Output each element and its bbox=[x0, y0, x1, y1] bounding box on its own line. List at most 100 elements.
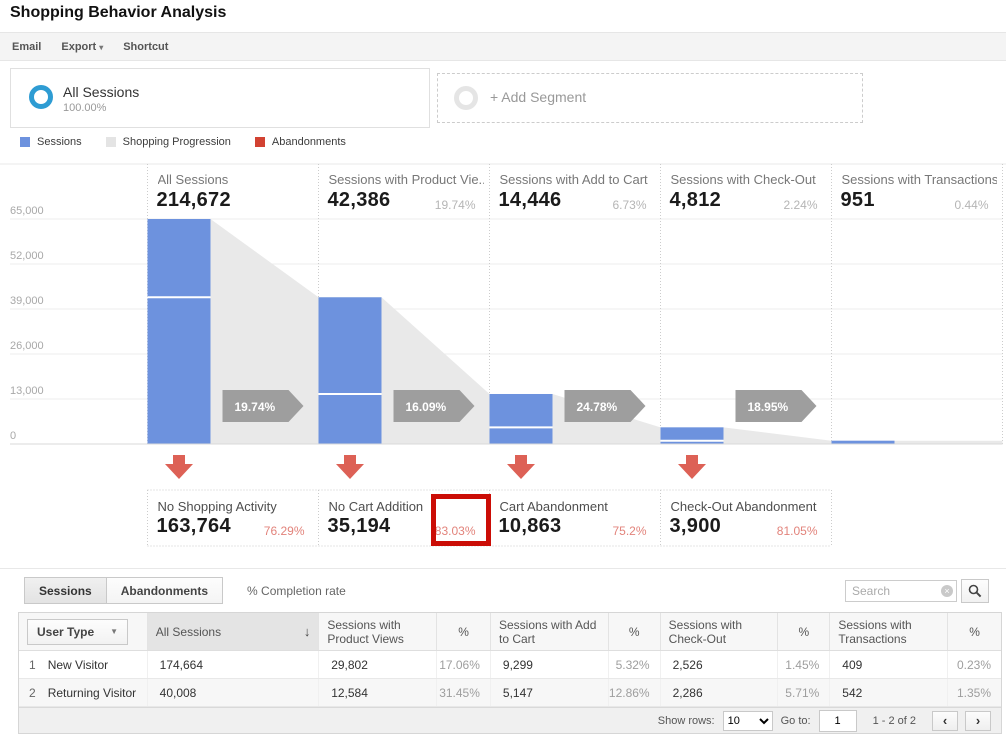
table-footer: Show rows: 10 Go to: 1 - 2 of 2 ‹ › bbox=[19, 707, 1001, 733]
col-header[interactable]: % bbox=[947, 613, 1001, 650]
abandonment-value: 35,194 bbox=[328, 515, 391, 538]
add-segment-label: + Add Segment bbox=[490, 89, 586, 105]
table-cell: 2,526 bbox=[660, 651, 778, 678]
funnel-col-title: Sessions with Add to Cart bbox=[500, 172, 655, 187]
row-label: New Visitor bbox=[48, 658, 108, 672]
col-header[interactable]: All Sessions ↓ bbox=[147, 613, 319, 650]
email-button[interactable]: Email bbox=[12, 41, 41, 53]
goto-label: Go to: bbox=[781, 715, 811, 727]
abandonment-title: No Shopping Activity bbox=[158, 499, 277, 514]
abandonment-pct: 81.05% bbox=[671, 524, 818, 538]
funnel-col-title: All Sessions bbox=[158, 172, 313, 187]
funnel-bar bbox=[490, 394, 553, 444]
user-type-dropdown[interactable]: User Type ▼ bbox=[27, 619, 128, 645]
abandonment-value: 3,900 bbox=[670, 515, 722, 538]
shortcut-button[interactable]: Shortcut bbox=[123, 41, 168, 53]
table-cell: 2,286 bbox=[660, 679, 778, 706]
funnel-col-value: 951 bbox=[841, 189, 875, 212]
abandonment-pct: 76.29% bbox=[158, 524, 305, 538]
col-header[interactable]: Sessions with Check-Out bbox=[660, 613, 778, 650]
search-clear-icon[interactable]: × bbox=[941, 585, 953, 597]
progression-arrow-icon bbox=[223, 390, 304, 422]
col-header[interactable]: % bbox=[436, 613, 490, 650]
y-axis-label: 52,000 bbox=[10, 250, 44, 262]
table-cell: 1.35% bbox=[947, 679, 1001, 706]
chevron-down-icon: ▼ bbox=[110, 625, 118, 639]
table-cell: 31.45% bbox=[436, 679, 490, 706]
y-axis-label: 65,000 bbox=[10, 205, 44, 217]
legend-label: Shopping Progression bbox=[123, 136, 231, 148]
funnel-col-title: Sessions with Transactions bbox=[842, 172, 997, 187]
export-button[interactable]: Export▾ bbox=[61, 41, 103, 53]
chart-legend: Sessions Shopping Progression Abandonmen… bbox=[20, 136, 346, 148]
col-header[interactable]: % bbox=[608, 613, 660, 650]
abandonment-pct: 75.2% bbox=[500, 524, 647, 538]
tab-sessions[interactable]: Sessions bbox=[24, 577, 107, 604]
abandonment-title: No Cart Addition bbox=[329, 499, 424, 514]
funnel-col-value: 14,446 bbox=[499, 189, 562, 212]
progression-swatch-icon bbox=[106, 137, 116, 147]
segment-label: All Sessions bbox=[63, 84, 139, 100]
table-cell: 5.32% bbox=[608, 651, 660, 678]
progression-arrow-label: 16.09% bbox=[406, 400, 447, 414]
show-rows-select[interactable]: 10 bbox=[723, 711, 773, 731]
table-cell: 409 bbox=[829, 651, 947, 678]
col-header[interactable]: Sessions with Add to Cart bbox=[490, 613, 608, 650]
table-cell: 17.06% bbox=[436, 651, 490, 678]
sorted-col-label: All Sessions bbox=[156, 625, 221, 639]
export-label: Export bbox=[61, 41, 96, 53]
tab-abandonments[interactable]: Abandonments bbox=[106, 577, 223, 604]
page-title: Shopping Behavior Analysis bbox=[10, 4, 226, 22]
legend-item-abandonments: Abandonments bbox=[255, 136, 346, 148]
search-icon bbox=[968, 584, 982, 598]
legend-item-progression: Shopping Progression bbox=[106, 136, 231, 148]
progression-area bbox=[211, 219, 1003, 444]
col-header[interactable]: Sessions with Product Views bbox=[318, 613, 436, 650]
table-cell: 12.86% bbox=[608, 679, 660, 706]
sort-descending-icon: ↓ bbox=[304, 625, 311, 639]
table-cell: 5,147 bbox=[490, 679, 608, 706]
add-segment-donut-icon bbox=[454, 86, 478, 110]
y-axis-label: 13,000 bbox=[10, 385, 44, 397]
completion-rate-label: % Completion rate bbox=[247, 584, 346, 598]
show-rows-label: Show rows: bbox=[658, 715, 715, 727]
col-header-user-type[interactable]: User Type ▼ bbox=[19, 613, 147, 650]
highlight-box bbox=[431, 494, 491, 546]
legend-item-sessions: Sessions bbox=[20, 136, 82, 148]
funnel-bar bbox=[832, 441, 895, 444]
table-cell: 0.23% bbox=[947, 651, 1001, 678]
row-number: 1 bbox=[29, 658, 36, 672]
col-header[interactable]: Sessions with Transactions bbox=[829, 613, 947, 650]
segment-all-sessions[interactable]: All Sessions 100.00% bbox=[10, 68, 430, 128]
progression-arrow-label: 18.95% bbox=[748, 400, 789, 414]
prev-page-button[interactable]: ‹ bbox=[932, 711, 958, 731]
funnel-col-title: Sessions with Product Vie... bbox=[329, 172, 484, 187]
table-cell: 9,299 bbox=[490, 651, 608, 678]
table-body: 1New Visitor174,66429,80217.06%9,2995.32… bbox=[19, 651, 1001, 707]
progression-arrow-label: 19.74% bbox=[235, 400, 276, 414]
progression-arrow-icon bbox=[565, 390, 646, 422]
abandonment-arrow-icon bbox=[507, 455, 535, 479]
row-label-cell: 1 New Visitor bbox=[19, 651, 147, 678]
section-divider bbox=[0, 568, 1006, 569]
row-number: 2 bbox=[29, 686, 36, 700]
funnel-col-pct: 0.44% bbox=[842, 198, 989, 212]
table-row: 2Returning Visitor40,00812,58431.45%5,14… bbox=[19, 679, 1001, 707]
table-header-row: User Type ▼ All Sessions ↓ Sessions with Pro… bbox=[19, 613, 1001, 651]
col-header[interactable]: % bbox=[777, 613, 829, 650]
search-button[interactable] bbox=[961, 579, 989, 603]
next-page-button[interactable]: › bbox=[965, 711, 991, 731]
table-cell: 174,664 bbox=[147, 651, 319, 678]
user-type-label: User Type bbox=[37, 625, 94, 639]
goto-page-input[interactable] bbox=[819, 710, 857, 732]
funnel-col-pct: 19.74% bbox=[329, 198, 476, 212]
funnel-col-value: 4,812 bbox=[670, 189, 722, 212]
abandonment-title: Check-Out Abandonment bbox=[671, 499, 817, 514]
abandonments-swatch-icon bbox=[255, 137, 265, 147]
segment-pct: 100.00% bbox=[63, 102, 106, 114]
add-segment-button[interactable]: + Add Segment bbox=[437, 73, 863, 123]
legend-label: Abandonments bbox=[272, 136, 346, 148]
progression-arrow-icon bbox=[394, 390, 475, 422]
funnel-bar bbox=[148, 219, 211, 444]
sessions-swatch-icon bbox=[20, 137, 30, 147]
